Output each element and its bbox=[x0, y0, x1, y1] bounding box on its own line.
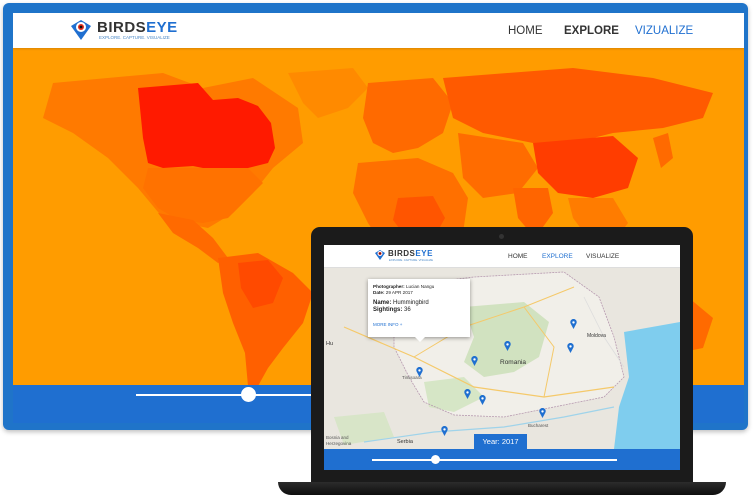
laptop-tagline: EXPLORE. CAPTURE. VISUALIZE bbox=[389, 258, 433, 262]
popup-pointer bbox=[415, 337, 425, 342]
popup-photographer-label: Photographer: bbox=[373, 284, 405, 289]
nav-vizualize[interactable]: VIZUALIZE bbox=[635, 25, 693, 37]
label-hungary: Hu bbox=[326, 341, 334, 347]
popup-name: Hummingbird bbox=[393, 300, 429, 306]
label-moldova: Moldova bbox=[587, 333, 606, 339]
desktop-brand-name[interactable]: BIRDSEYE bbox=[97, 19, 178, 36]
laptop-bezel: Romania Serbia Moldova Bucharest Timișoa… bbox=[311, 227, 693, 485]
popup-sightings-row: Sightings: 36 bbox=[373, 307, 411, 313]
popup-sightings-label: Sightings: bbox=[373, 307, 403, 313]
label-bucharest: Bucharest bbox=[528, 423, 549, 428]
map-pin-icon[interactable] bbox=[567, 343, 574, 353]
map-pin-icon[interactable] bbox=[416, 367, 423, 377]
desktop-navbar: BIRDSEYE EXPLORE. CAPTURE. VISUALIZE HOM… bbox=[13, 13, 744, 48]
laptop-nav-home[interactable]: HOME bbox=[508, 253, 528, 260]
popup-date-row: Date: 29 APR 2017 bbox=[373, 290, 413, 295]
map-pin-icon[interactable] bbox=[464, 389, 471, 399]
popup-name-label: Name: bbox=[373, 300, 392, 306]
desktop-slider-handle[interactable] bbox=[241, 387, 256, 402]
popup-name-row: Name: Hummingbird bbox=[373, 300, 429, 306]
desktop-tagline: EXPLORE. CAPTURE. VISUALIZE bbox=[99, 35, 170, 40]
sighting-popup: Photographer: Lucian Nangu Date: 29 APR … bbox=[368, 279, 470, 337]
popup-more-info-link[interactable]: MORE INFO + bbox=[373, 322, 402, 327]
laptop-screen: Romania Serbia Moldova Bucharest Timișoa… bbox=[324, 245, 680, 470]
year-label: Year: bbox=[482, 437, 500, 446]
laptop-brand-name[interactable]: BIRDSEYE bbox=[388, 249, 433, 258]
year-badge: Year: 2017 bbox=[474, 434, 527, 449]
laptop-nav-explore[interactable]: EXPLORE bbox=[542, 253, 573, 260]
map-pin-icon[interactable] bbox=[539, 408, 546, 418]
year-value: 2017 bbox=[501, 437, 519, 446]
map-pin-icon[interactable] bbox=[471, 356, 478, 366]
map-pin-icon[interactable] bbox=[441, 426, 448, 436]
brand-part2: EYE bbox=[146, 19, 178, 36]
map-pin-icon[interactable] bbox=[570, 319, 577, 329]
laptop-slider-handle[interactable] bbox=[431, 455, 440, 464]
popup-date: 29 APR 2017 bbox=[385, 290, 413, 295]
eye-logo-icon bbox=[71, 20, 91, 40]
eye-logo-icon bbox=[375, 250, 385, 260]
laptop-base bbox=[278, 482, 726, 495]
brand-part1: BIRDS bbox=[97, 19, 147, 36]
nav-explore[interactable]: EXPLORE bbox=[564, 25, 619, 37]
popup-photographer-row: Photographer: Lucian Nangu bbox=[373, 284, 434, 289]
popup-photographer: Lucian Nangu bbox=[405, 284, 435, 289]
laptop-nav-visualize[interactable]: VISUALIZE bbox=[586, 253, 619, 260]
camera-dot bbox=[499, 234, 504, 239]
laptop-navbar: BIRDSEYE EXPLORE. CAPTURE. VISUALIZE HOM… bbox=[324, 245, 680, 268]
map-pin-icon[interactable] bbox=[479, 395, 486, 405]
label-serbia: Serbia bbox=[397, 439, 413, 445]
popup-date-label: Date: bbox=[373, 290, 385, 295]
nav-home[interactable]: HOME bbox=[508, 25, 543, 37]
brand-part1: BIRDS bbox=[388, 249, 416, 258]
popup-sightings: 36 bbox=[404, 307, 411, 313]
desktop-slider-track[interactable] bbox=[136, 394, 336, 396]
laptop-slider-track[interactable] bbox=[372, 459, 617, 461]
label-bosnia: Bosnia and Herzegovina bbox=[326, 435, 352, 446]
brand-part2: EYE bbox=[415, 249, 433, 258]
map-pin-icon[interactable] bbox=[504, 341, 511, 351]
label-romania: Romania bbox=[500, 359, 527, 366]
